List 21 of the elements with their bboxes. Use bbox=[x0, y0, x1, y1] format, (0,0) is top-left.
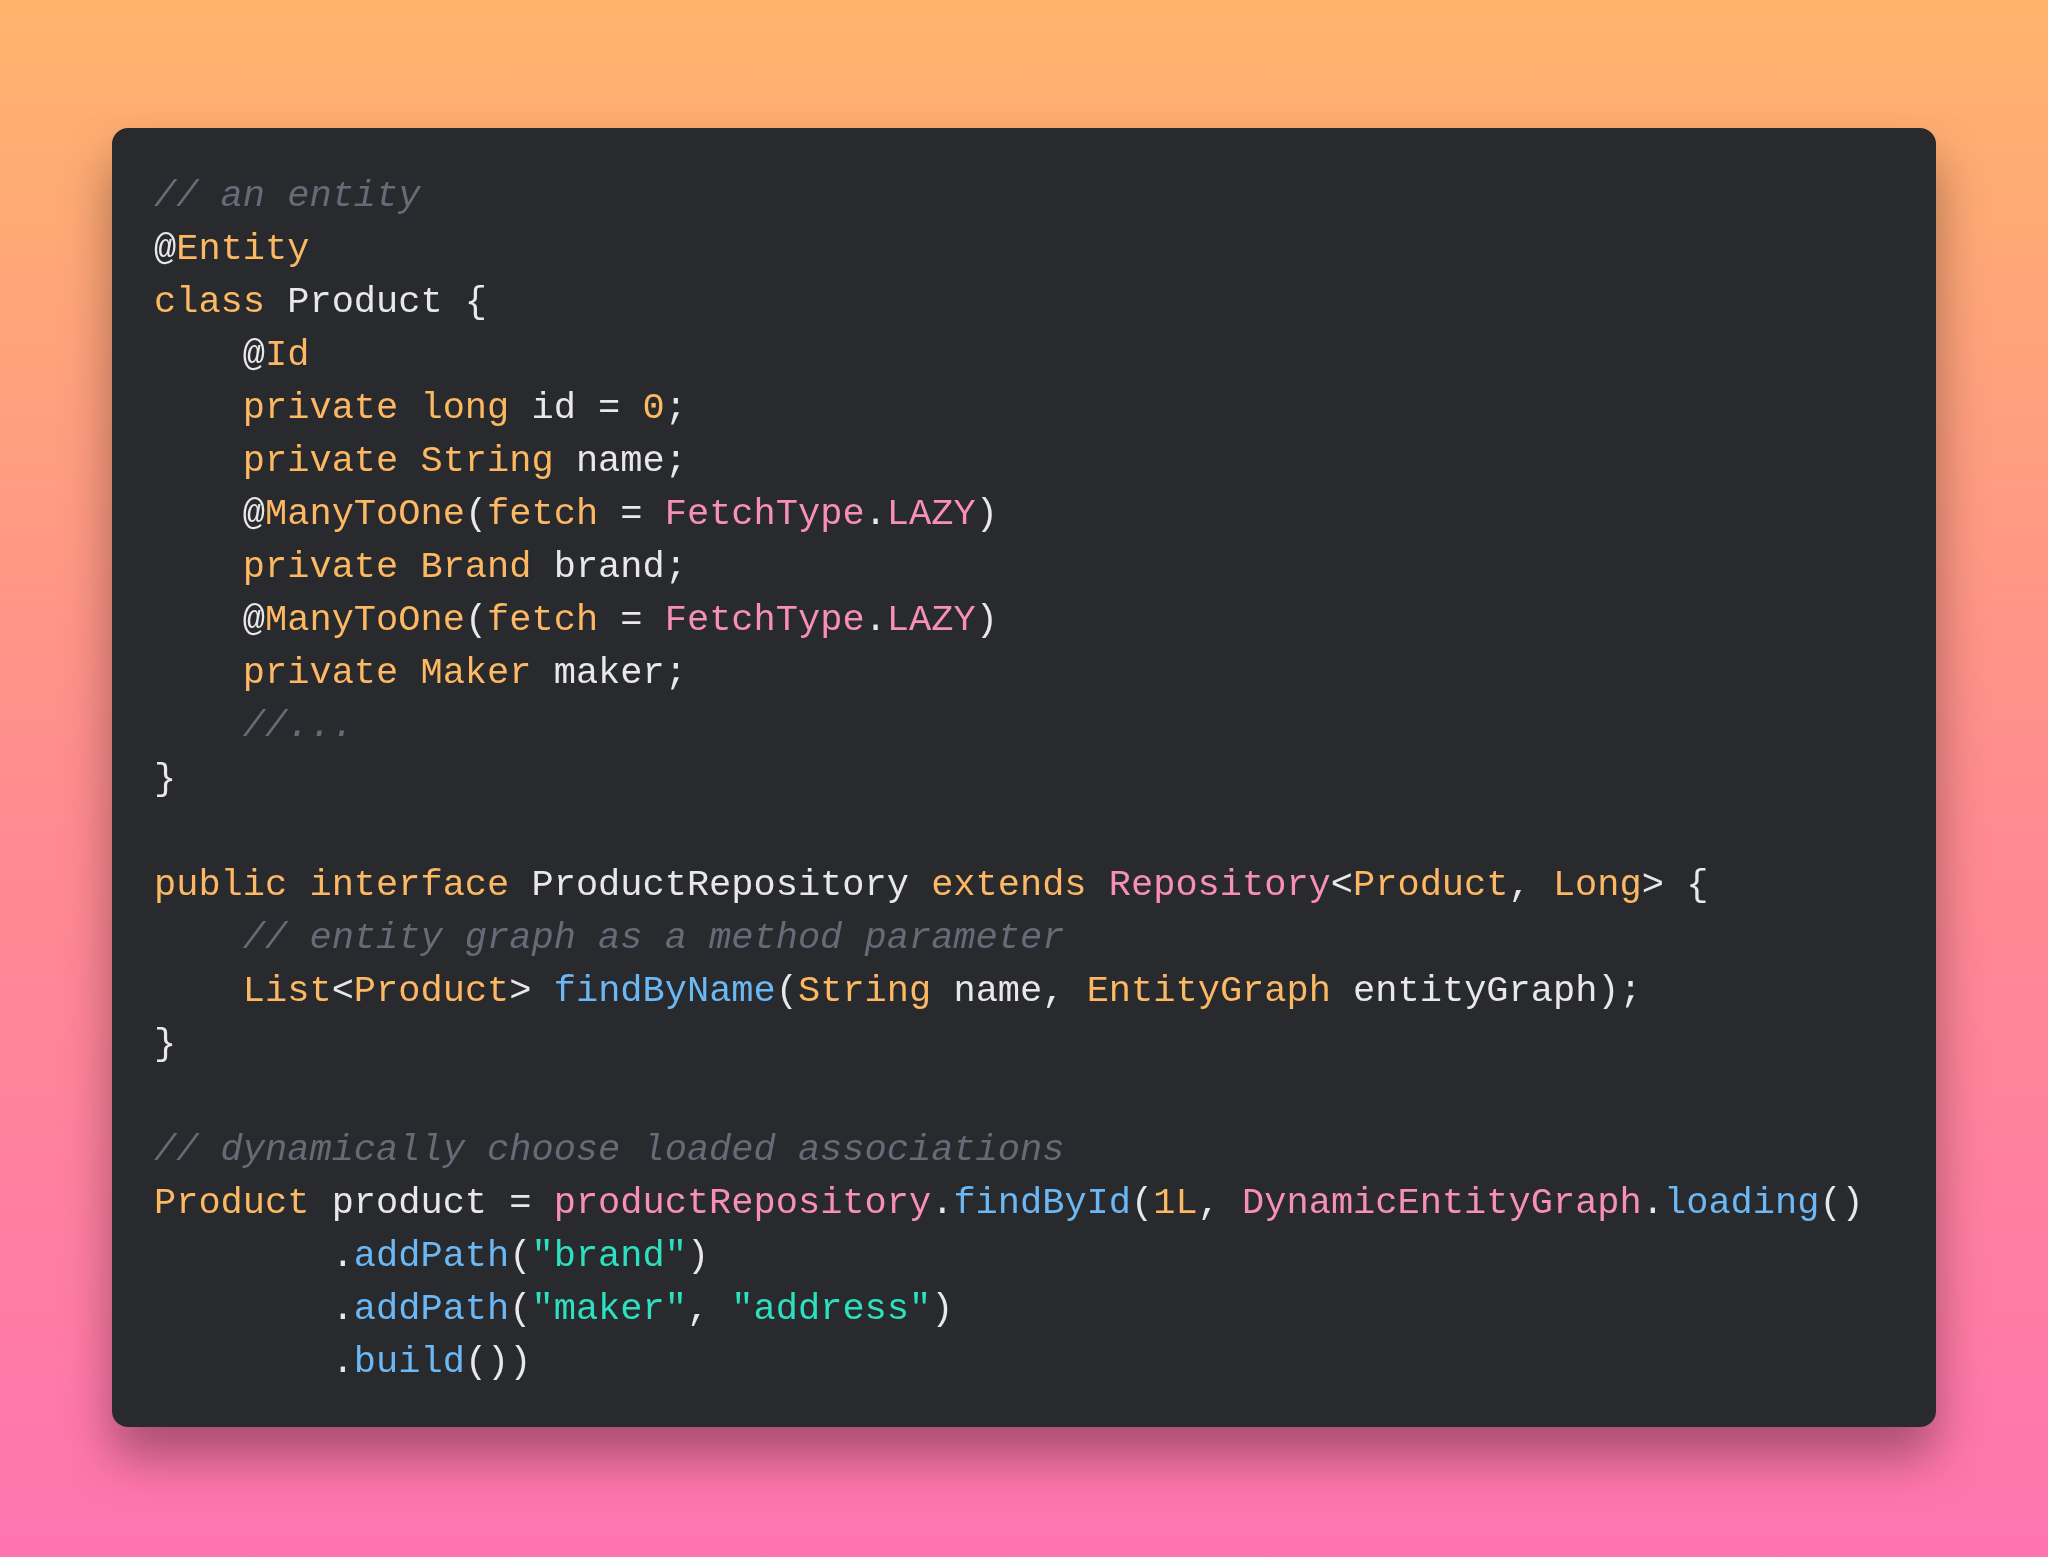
code-line: Product product = productRepository.findById(1L, DynamicEntityGraph.loading() bbox=[154, 1181, 1865, 1226]
code-line: private Maker maker; bbox=[241, 651, 688, 696]
code-line: private Brand brand; bbox=[241, 545, 688, 590]
code-line: @ManyToOne(fetch = FetchType.LAZY) bbox=[241, 492, 999, 537]
code-line: } bbox=[154, 1022, 178, 1067]
code-line: @ManyToOne(fetch = FetchType.LAZY) bbox=[241, 598, 999, 643]
code-line: private long id = 0; bbox=[241, 386, 688, 431]
code-line: public interface ProductRepository extends Repository<Product, Long> { bbox=[154, 863, 1710, 908]
code-comment: //... bbox=[241, 704, 355, 749]
code-line: .addPath("brand") bbox=[330, 1234, 711, 1279]
code-line: private String name; bbox=[241, 439, 688, 484]
code-line: class Product { bbox=[154, 280, 489, 325]
code-line: .build()) bbox=[330, 1340, 533, 1385]
code-line: .addPath("maker", "address") bbox=[330, 1287, 955, 1332]
code-line: } bbox=[154, 757, 178, 802]
code-line: List<Product> findByName(String name, EntityGraph entityGraph); bbox=[241, 969, 1643, 1014]
code-line: @Entity bbox=[154, 227, 311, 272]
code-comment: // dynamically choose loaded associations bbox=[154, 1128, 1066, 1173]
code-comment: // entity graph as a method parameter bbox=[241, 916, 1066, 961]
code-line: @Id bbox=[241, 333, 311, 378]
code-comment: // an entity bbox=[154, 174, 422, 219]
